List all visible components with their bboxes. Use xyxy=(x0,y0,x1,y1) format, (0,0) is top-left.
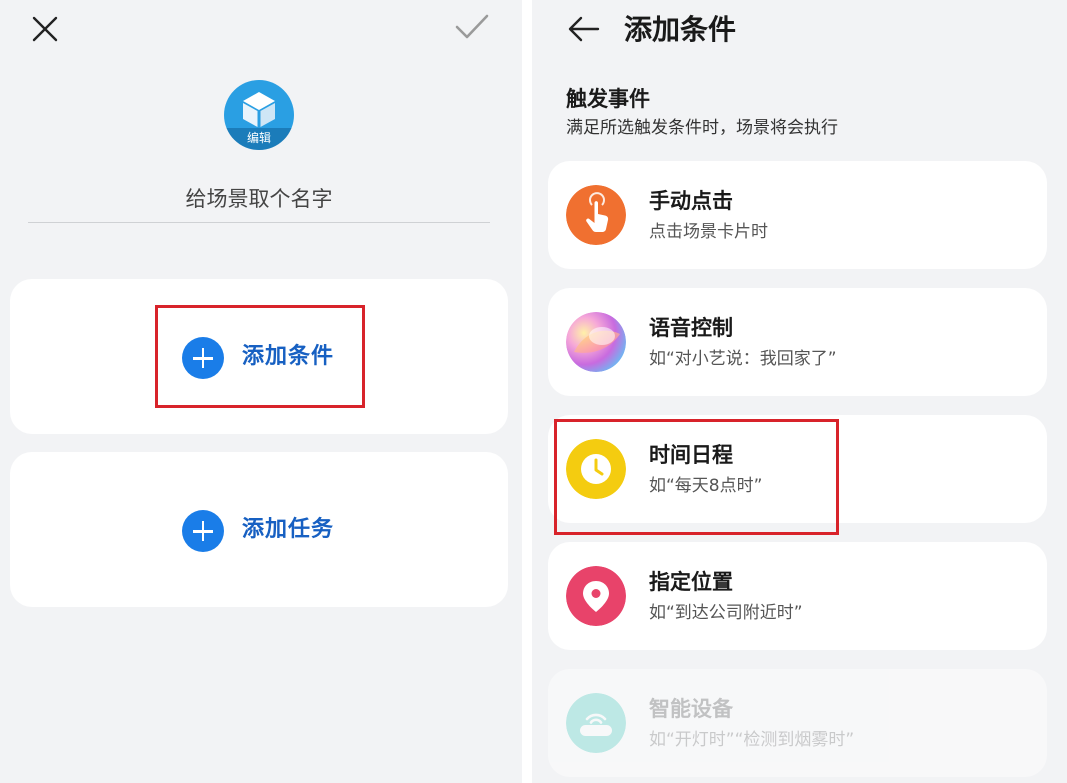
voice-assistant-icon xyxy=(566,312,626,372)
trigger-subtitle: 点击场景卡片时 xyxy=(649,222,768,242)
add-task-card[interactable]: 添加任务 xyxy=(10,452,508,607)
trigger-smart-device: 智能设备 如“开灯时”“检测到烟雾时” xyxy=(548,669,1047,777)
trigger-voice-control[interactable]: 语音控制 如“对小艺说：我回家了” xyxy=(548,288,1047,396)
back-arrow-icon[interactable] xyxy=(566,12,602,46)
scene-name-input[interactable] xyxy=(28,176,490,223)
trigger-section-subtitle: 满足所选触发条件时，场景将会执行 xyxy=(566,118,838,138)
page-title: 添加条件 xyxy=(624,13,737,46)
trigger-manual-tap[interactable]: 手动点击 点击场景卡片时 xyxy=(548,161,1047,269)
add-condition-card[interactable]: 添加条件 xyxy=(10,279,508,434)
trigger-title: 时间日程 xyxy=(649,443,733,467)
add-condition-panel: 添加条件 触发事件 满足所选触发条件时，场景将会执行 手动点击 点击场景卡片时 xyxy=(532,0,1067,783)
trigger-time-schedule[interactable]: 时间日程 如“每天8点时” xyxy=(548,415,1047,523)
add-task-plus-icon xyxy=(182,510,224,552)
trigger-title: 智能设备 xyxy=(649,697,733,721)
location-pin-icon xyxy=(566,566,626,626)
clock-icon xyxy=(566,439,626,499)
trigger-subtitle: 如“每天8点时” xyxy=(649,476,763,496)
cube-icon xyxy=(243,92,275,127)
trigger-title: 语音控制 xyxy=(649,316,733,340)
smart-device-icon xyxy=(566,693,626,753)
add-condition-label: 添加条件 xyxy=(242,344,335,369)
close-icon[interactable] xyxy=(28,12,62,46)
scene-editor-panel: 编辑 添加条件 添加任务 xyxy=(0,0,522,783)
tap-hand-icon xyxy=(566,185,626,245)
trigger-title: 指定位置 xyxy=(649,570,733,594)
trigger-title: 手动点击 xyxy=(649,189,733,213)
trigger-subtitle: 如“对小艺说：我回家了” xyxy=(649,349,837,369)
add-task-label: 添加任务 xyxy=(242,517,335,542)
trigger-subtitle: 如“到达公司附近时” xyxy=(649,603,803,623)
trigger-location[interactable]: 指定位置 如“到达公司附近时” xyxy=(548,542,1047,650)
scene-icon-edit-label: 编辑 xyxy=(224,128,294,150)
scene-icon-edit-button[interactable]: 编辑 xyxy=(224,80,294,150)
confirm-check-icon[interactable] xyxy=(452,10,492,44)
add-condition-plus-icon xyxy=(182,337,224,379)
trigger-section-title: 触发事件 xyxy=(566,87,650,111)
trigger-subtitle: 如“开灯时”“检测到烟雾时” xyxy=(649,730,855,750)
